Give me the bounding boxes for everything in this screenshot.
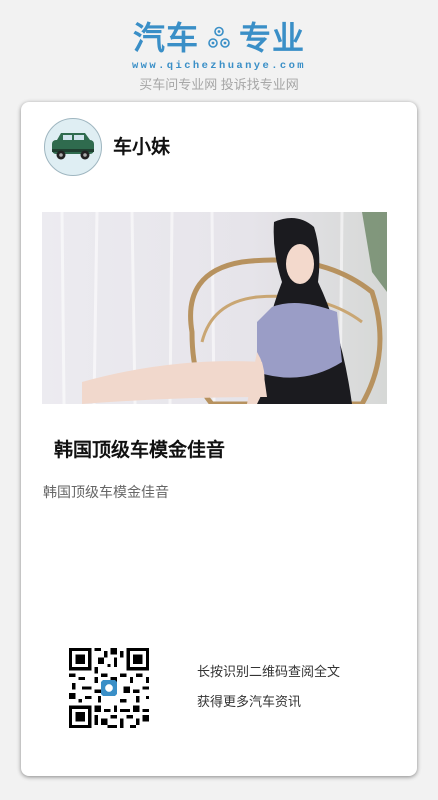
avatar (44, 118, 102, 176)
brand-header: 汽车 专业 www.qichezhuanye.com 买车问专业网 投诉找专业网 (0, 18, 438, 93)
qr-code[interactable] (69, 648, 149, 728)
article-subtitle: 韩国顶级车模金佳音 (43, 485, 169, 501)
qr-instruction-line2: 获得更多汽车资讯 (197, 695, 302, 710)
author-name: 车小妹 (113, 136, 171, 158)
gear-icon (208, 26, 230, 48)
car-avatar-icon (52, 133, 94, 160)
article-photo (42, 212, 387, 404)
article-card: 车小妹 韩国顶级车模金佳音 韩国顶级车模金佳音 长按识别二维码查阅全文 获得更多… (21, 102, 417, 776)
article-title[interactable]: 韩国顶级车模金佳音 (54, 438, 225, 462)
slogan: 买车问专业网 投诉找专业网 (139, 77, 299, 92)
logo-text-right: 专业 (239, 19, 306, 57)
photo-illustration (42, 212, 387, 404)
qr-instruction-line1: 长按识别二维码查阅全文 (197, 665, 341, 680)
logo: 汽车 专业 (0, 18, 438, 58)
logo-text-left: 汽车 (132, 19, 199, 57)
site-url[interactable]: www.qichezhuanye.com (0, 60, 438, 72)
